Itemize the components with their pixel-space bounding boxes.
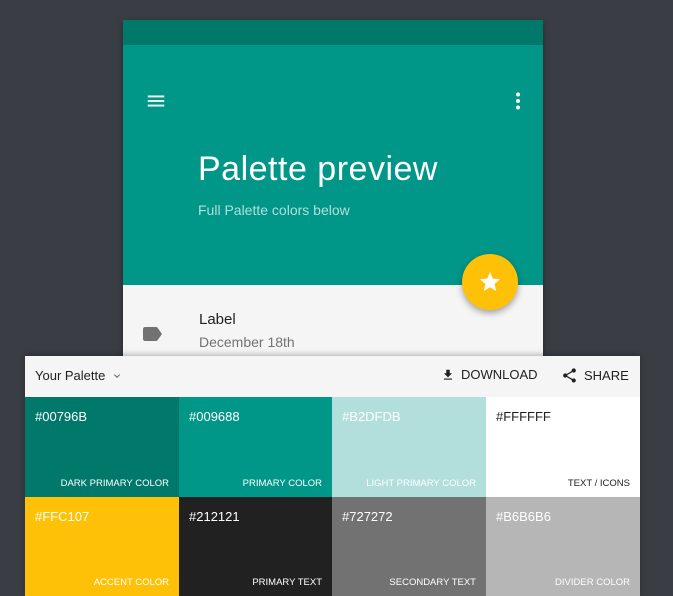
download-label: DOWNLOAD	[461, 367, 538, 382]
swatch-dark-primary[interactable]: #00796B DARK PRIMARY COLOR	[25, 397, 179, 497]
swatch-text-icons[interactable]: #FFFFFF TEXT / ICONS	[486, 397, 640, 497]
swatch-hex: #009688	[189, 409, 240, 424]
swatch-name: TEXT / ICONS	[567, 478, 630, 489]
swatch-divider[interactable]: #B6B6B6 DIVIDER COLOR	[486, 497, 640, 596]
swatch-hex: #FFC107	[35, 509, 90, 524]
page-title: Palette preview	[198, 150, 438, 188]
status-bar	[123, 20, 543, 45]
swatch-primary[interactable]: #009688 PRIMARY COLOR	[179, 397, 332, 497]
list-item-date: December 18th	[199, 334, 295, 350]
swatch-secondary-text[interactable]: #727272 SECONDARY TEXT	[332, 497, 486, 596]
swatch-name: LIGHT PRIMARY COLOR	[366, 478, 476, 489]
swatch-accent[interactable]: #FFC107 ACCENT COLOR	[25, 497, 179, 596]
page-subtitle: Full Palette colors below	[198, 202, 350, 218]
app-bar: Palette preview Full Palette colors belo…	[123, 45, 543, 285]
your-palette-label: Your Palette	[35, 368, 106, 383]
swatch-primary-text[interactable]: #212121 PRIMARY TEXT	[179, 497, 332, 596]
your-palette-dropdown[interactable]: Your Palette	[35, 368, 123, 383]
swatch-hex: #212121	[189, 509, 240, 524]
download-button[interactable]: DOWNLOAD	[441, 367, 538, 382]
swatch-hex: #727272	[342, 509, 393, 524]
swatch-hex: #B2DFDB	[342, 409, 401, 424]
palette-panel: Your Palette DOWNLOAD SHARE #00796B DARK…	[25, 356, 640, 596]
swatch-name: SECONDARY TEXT	[389, 577, 476, 588]
swatch-name: ACCENT COLOR	[93, 577, 169, 588]
list-item[interactable]: Label December 18th	[123, 285, 543, 360]
label-icon	[143, 327, 162, 341]
swatch-name: DARK PRIMARY COLOR	[60, 478, 169, 489]
menu-icon[interactable]	[145, 90, 167, 112]
chevron-down-icon	[114, 373, 121, 378]
share-button[interactable]: SHARE	[561, 367, 629, 384]
swatch-hex: #B6B6B6	[496, 509, 551, 524]
swatch-hex: #FFFFFF	[496, 409, 551, 424]
swatch-hex: #00796B	[35, 409, 88, 424]
list-item-title: Label	[199, 311, 236, 328]
share-icon	[563, 368, 576, 383]
palette-swatch-grid: #00796B DARK PRIMARY COLOR #009688 PRIMA…	[25, 397, 640, 596]
more-vert-icon[interactable]	[506, 89, 530, 113]
swatch-name: PRIMARY TEXT	[252, 577, 322, 588]
swatch-name: DIVIDER COLOR	[555, 577, 630, 588]
download-icon	[443, 369, 453, 380]
palette-preview-card: Palette preview Full Palette colors belo…	[123, 20, 543, 360]
swatch-light-primary[interactable]: #B2DFDB LIGHT PRIMARY COLOR	[332, 397, 486, 497]
share-label: SHARE	[584, 368, 629, 383]
swatch-name: PRIMARY COLOR	[242, 478, 322, 489]
palette-toolbar: Your Palette DOWNLOAD SHARE	[25, 356, 640, 397]
